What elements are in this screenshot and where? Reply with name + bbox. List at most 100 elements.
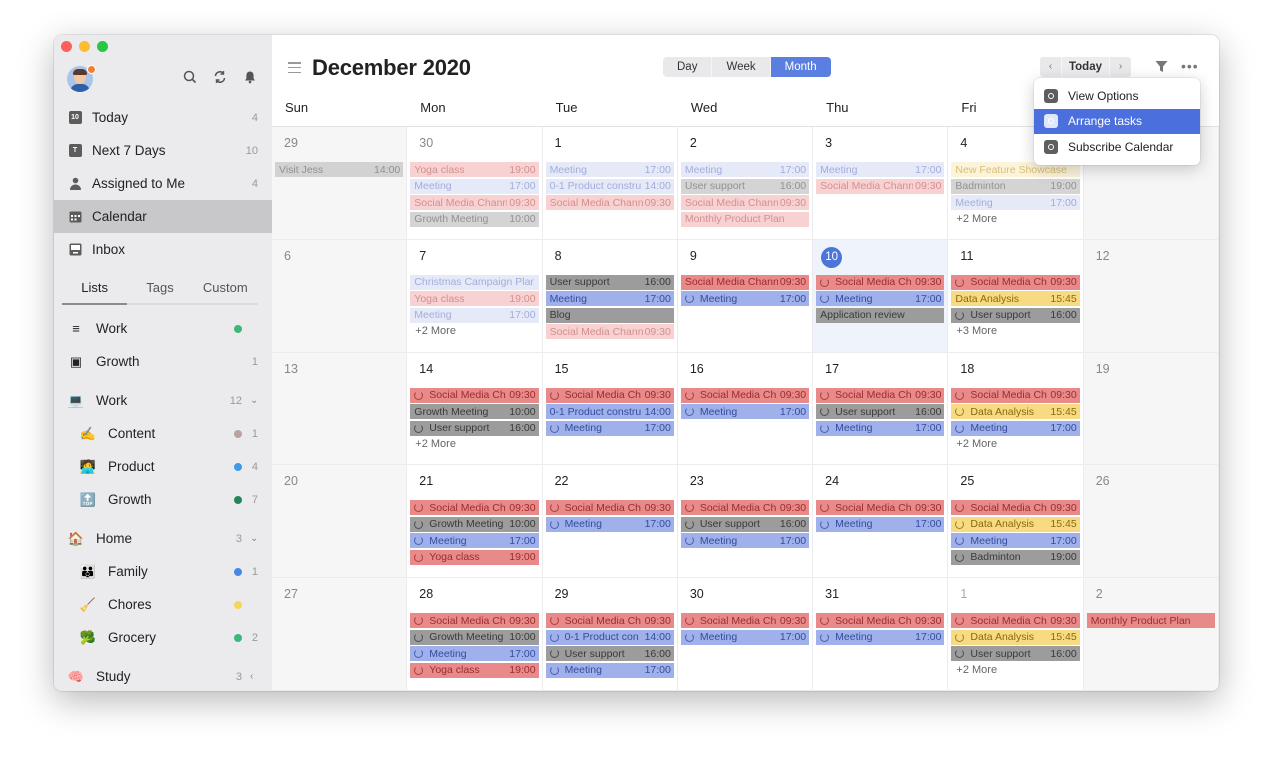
view-week-button[interactable]: Week bbox=[712, 57, 771, 77]
event-chip[interactable]: Meeting 17:00 bbox=[410, 533, 539, 549]
view-month-button[interactable]: Month bbox=[770, 57, 831, 77]
event-chip[interactable]: User support 16:00 bbox=[410, 420, 539, 436]
event-chip[interactable]: Growth Meeting 10:00 bbox=[410, 404, 539, 420]
day-cell[interactable]: 29 Social Media Ch 09:30 0-1 Product con 14:… bbox=[542, 578, 678, 691]
day-cell[interactable]: 2 Monthly Product Plan bbox=[1083, 578, 1219, 691]
chevron-icon[interactable]: ⌄ bbox=[250, 533, 258, 544]
day-cell[interactable]: 10 Social Media Ch 09:30 Meeting 17:00 Applic… bbox=[813, 239, 949, 353]
event-chip[interactable]: 0-1 Product constru 14:00 bbox=[545, 178, 674, 194]
view-day-button[interactable]: Day bbox=[663, 57, 713, 77]
day-cell[interactable]: 16 Social Media Ch 09:30 Meeting 17:00 bbox=[677, 352, 814, 466]
more-events-link[interactable]: +3 More bbox=[951, 324, 1079, 339]
event-chip[interactable]: Growth Meeting 10:00 bbox=[410, 629, 539, 645]
search-icon[interactable] bbox=[182, 70, 198, 88]
day-cell[interactable]: 27 bbox=[272, 578, 408, 691]
event-chip[interactable]: User support 16:00 bbox=[816, 404, 945, 420]
event-chip[interactable]: Meeting 17:00 bbox=[680, 533, 810, 549]
nav-item-assigned-to-me[interactable]: Assigned to Me 4 bbox=[54, 167, 272, 200]
event-chip[interactable]: Monthly Product Plan bbox=[680, 211, 810, 227]
nav-item-calendar[interactable]: Calendar bbox=[54, 200, 272, 233]
event-chip[interactable]: Social Media Ch 09:30 bbox=[951, 387, 1080, 403]
day-cell[interactable]: 25 Social Media Ch 09:30 Data Analysis 15:45… bbox=[948, 465, 1084, 579]
day-cell[interactable]: 20 bbox=[272, 465, 408, 579]
event-chip[interactable]: Social Media Ch 09:30 bbox=[410, 500, 539, 516]
more-events-link[interactable]: +2 More bbox=[410, 437, 538, 452]
nav-item-inbox[interactable]: Inbox bbox=[54, 233, 272, 266]
next-month-button[interactable]: › bbox=[1110, 57, 1131, 77]
day-cell[interactable]: 2 Meeting 17:00 User support 16:00 Social Med… bbox=[677, 127, 814, 240]
event-chip[interactable]: Visit Jess 14:00 bbox=[275, 162, 404, 177]
nav-item-next-7-days[interactable]: T Next 7 Days 10 bbox=[54, 134, 272, 167]
event-chip[interactable]: Yoga class 19:00 bbox=[410, 291, 539, 307]
minimize-window-button[interactable] bbox=[79, 41, 90, 52]
more-events-link[interactable]: +2 More bbox=[410, 324, 538, 339]
day-cell[interactable]: 6 bbox=[272, 239, 408, 353]
day-cell[interactable]: 26 bbox=[1083, 465, 1219, 579]
event-chip[interactable]: Social Media Chann 09:30 bbox=[680, 274, 810, 290]
event-chip[interactable]: Blog bbox=[545, 307, 674, 323]
menu-item-subscribe-calendar[interactable]: Subscribe Calendar bbox=[1034, 134, 1200, 160]
more-events-link[interactable]: +2 More bbox=[951, 212, 1079, 227]
event-chip[interactable]: Social Media Ch 09:30 bbox=[680, 387, 810, 403]
day-cell[interactable]: 28 Social Media Ch 09:30 Growth Meeting 10:0… bbox=[407, 578, 543, 691]
event-chip[interactable]: Meeting 17:00 bbox=[680, 162, 810, 177]
event-chip[interactable]: Social Media Ch 09:30 bbox=[951, 500, 1080, 516]
event-chip[interactable]: Meeting 17:00 bbox=[680, 291, 810, 307]
day-cell[interactable]: 17 Social Media Ch 09:30 User support 16:00 M… bbox=[813, 352, 949, 466]
list-item[interactable]: 🥦 Grocery 2 bbox=[54, 621, 272, 654]
menu-toggle-icon[interactable] bbox=[288, 62, 301, 73]
sync-icon[interactable] bbox=[212, 70, 228, 88]
event-chip[interactable]: Badminton 19:00 bbox=[951, 178, 1080, 194]
event-chip[interactable]: Meeting 17:00 bbox=[545, 162, 674, 177]
day-cell[interactable]: 1 Social Media Ch 09:30 Data Analysis 15:45 U… bbox=[948, 578, 1084, 691]
event-chip[interactable]: Social Media Ch 09:30 bbox=[816, 613, 945, 629]
day-cell[interactable]: 30 Social Media Ch 09:30 Meeting 17:00 bbox=[677, 578, 814, 691]
event-chip[interactable]: Growth Meeting 10:00 bbox=[410, 516, 539, 532]
event-chip[interactable]: Social Media Ch 09:30 bbox=[410, 613, 539, 629]
event-chip[interactable]: Social Media Ch 09:30 bbox=[680, 500, 810, 516]
event-chip[interactable]: Social Media Chann 09:30 bbox=[545, 195, 674, 210]
list-item[interactable]: 🧑‍💻 Product 4 bbox=[54, 450, 272, 483]
event-chip[interactable]: Meeting 17:00 bbox=[816, 629, 945, 645]
event-chip[interactable]: Monthly Product Plan bbox=[1086, 613, 1215, 629]
zoom-window-button[interactable] bbox=[97, 41, 108, 52]
list-item[interactable]: ▣ Growth 1 bbox=[54, 345, 272, 378]
day-cell[interactable]: 12 bbox=[1083, 239, 1219, 353]
tab-tags[interactable]: Tags bbox=[127, 275, 192, 303]
event-chip[interactable]: Yoga class 19:00 bbox=[410, 662, 539, 678]
event-chip[interactable]: Growth Meeting 10:00 bbox=[410, 211, 539, 227]
more-events-link[interactable]: +2 More bbox=[951, 663, 1079, 678]
menu-item-view-options[interactable]: View Options bbox=[1034, 83, 1200, 109]
previous-month-button[interactable]: ‹ bbox=[1040, 57, 1061, 77]
day-cell[interactable]: 19 bbox=[1083, 352, 1219, 466]
event-chip[interactable]: Social Media Ch 09:30 bbox=[410, 387, 539, 403]
event-chip[interactable]: Social Media Chann 09:30 bbox=[545, 324, 674, 340]
bell-icon[interactable] bbox=[242, 70, 258, 88]
list-item[interactable]: 🔝 Growth 7 bbox=[54, 483, 272, 516]
event-chip[interactable]: Yoga class 19:00 bbox=[410, 549, 539, 565]
event-chip[interactable]: Meeting 17:00 bbox=[410, 646, 539, 662]
day-cell[interactable]: 3 Meeting 17:00 Social Media Chann 09:30 bbox=[813, 127, 949, 240]
event-chip[interactable]: Christmas Campaign Plan bbox=[410, 274, 539, 290]
event-chip[interactable]: Meeting 17:00 bbox=[545, 516, 674, 532]
event-chip[interactable]: User support 16:00 bbox=[680, 178, 810, 194]
day-cell[interactable]: 24 Social Media Ch 09:30 Meeting 17:00 bbox=[813, 465, 949, 579]
event-chip[interactable]: Meeting 17:00 bbox=[680, 629, 810, 645]
event-chip[interactable]: Social Media Ch 09:30 bbox=[951, 613, 1080, 629]
day-cell[interactable]: 18 Social Media Ch 09:30 Data Analysis 15:45… bbox=[948, 352, 1084, 466]
day-cell[interactable]: 15 Social Media Ch 09:30 0-1 Product constr… bbox=[542, 352, 678, 466]
event-chip[interactable]: Social Media Chann 09:30 bbox=[816, 178, 945, 194]
event-chip[interactable]: Data Analysis 15:45 bbox=[951, 516, 1080, 532]
day-cell[interactable]: 23 Social Media Ch 09:30 User support 16:00 M… bbox=[677, 465, 814, 579]
event-chip[interactable]: Social Media Ch 09:30 bbox=[545, 613, 674, 629]
event-chip[interactable]: 0-1 Product constru 14:00 bbox=[545, 404, 674, 420]
tab-custom[interactable]: Custom bbox=[193, 275, 258, 303]
event-chip[interactable]: Meeting 17:00 bbox=[545, 420, 674, 436]
event-chip[interactable]: Meeting 17:00 bbox=[816, 291, 945, 307]
event-chip[interactable]: Data Analysis 15:45 bbox=[951, 629, 1080, 645]
event-chip[interactable]: Meeting 17:00 bbox=[816, 516, 945, 532]
event-chip[interactable]: Social Media Chann 09:30 bbox=[410, 195, 539, 210]
event-chip[interactable]: Data Analysis 15:45 bbox=[951, 291, 1080, 307]
event-chip[interactable]: User support 16:00 bbox=[545, 646, 674, 662]
event-chip[interactable]: User support 16:00 bbox=[951, 646, 1080, 662]
